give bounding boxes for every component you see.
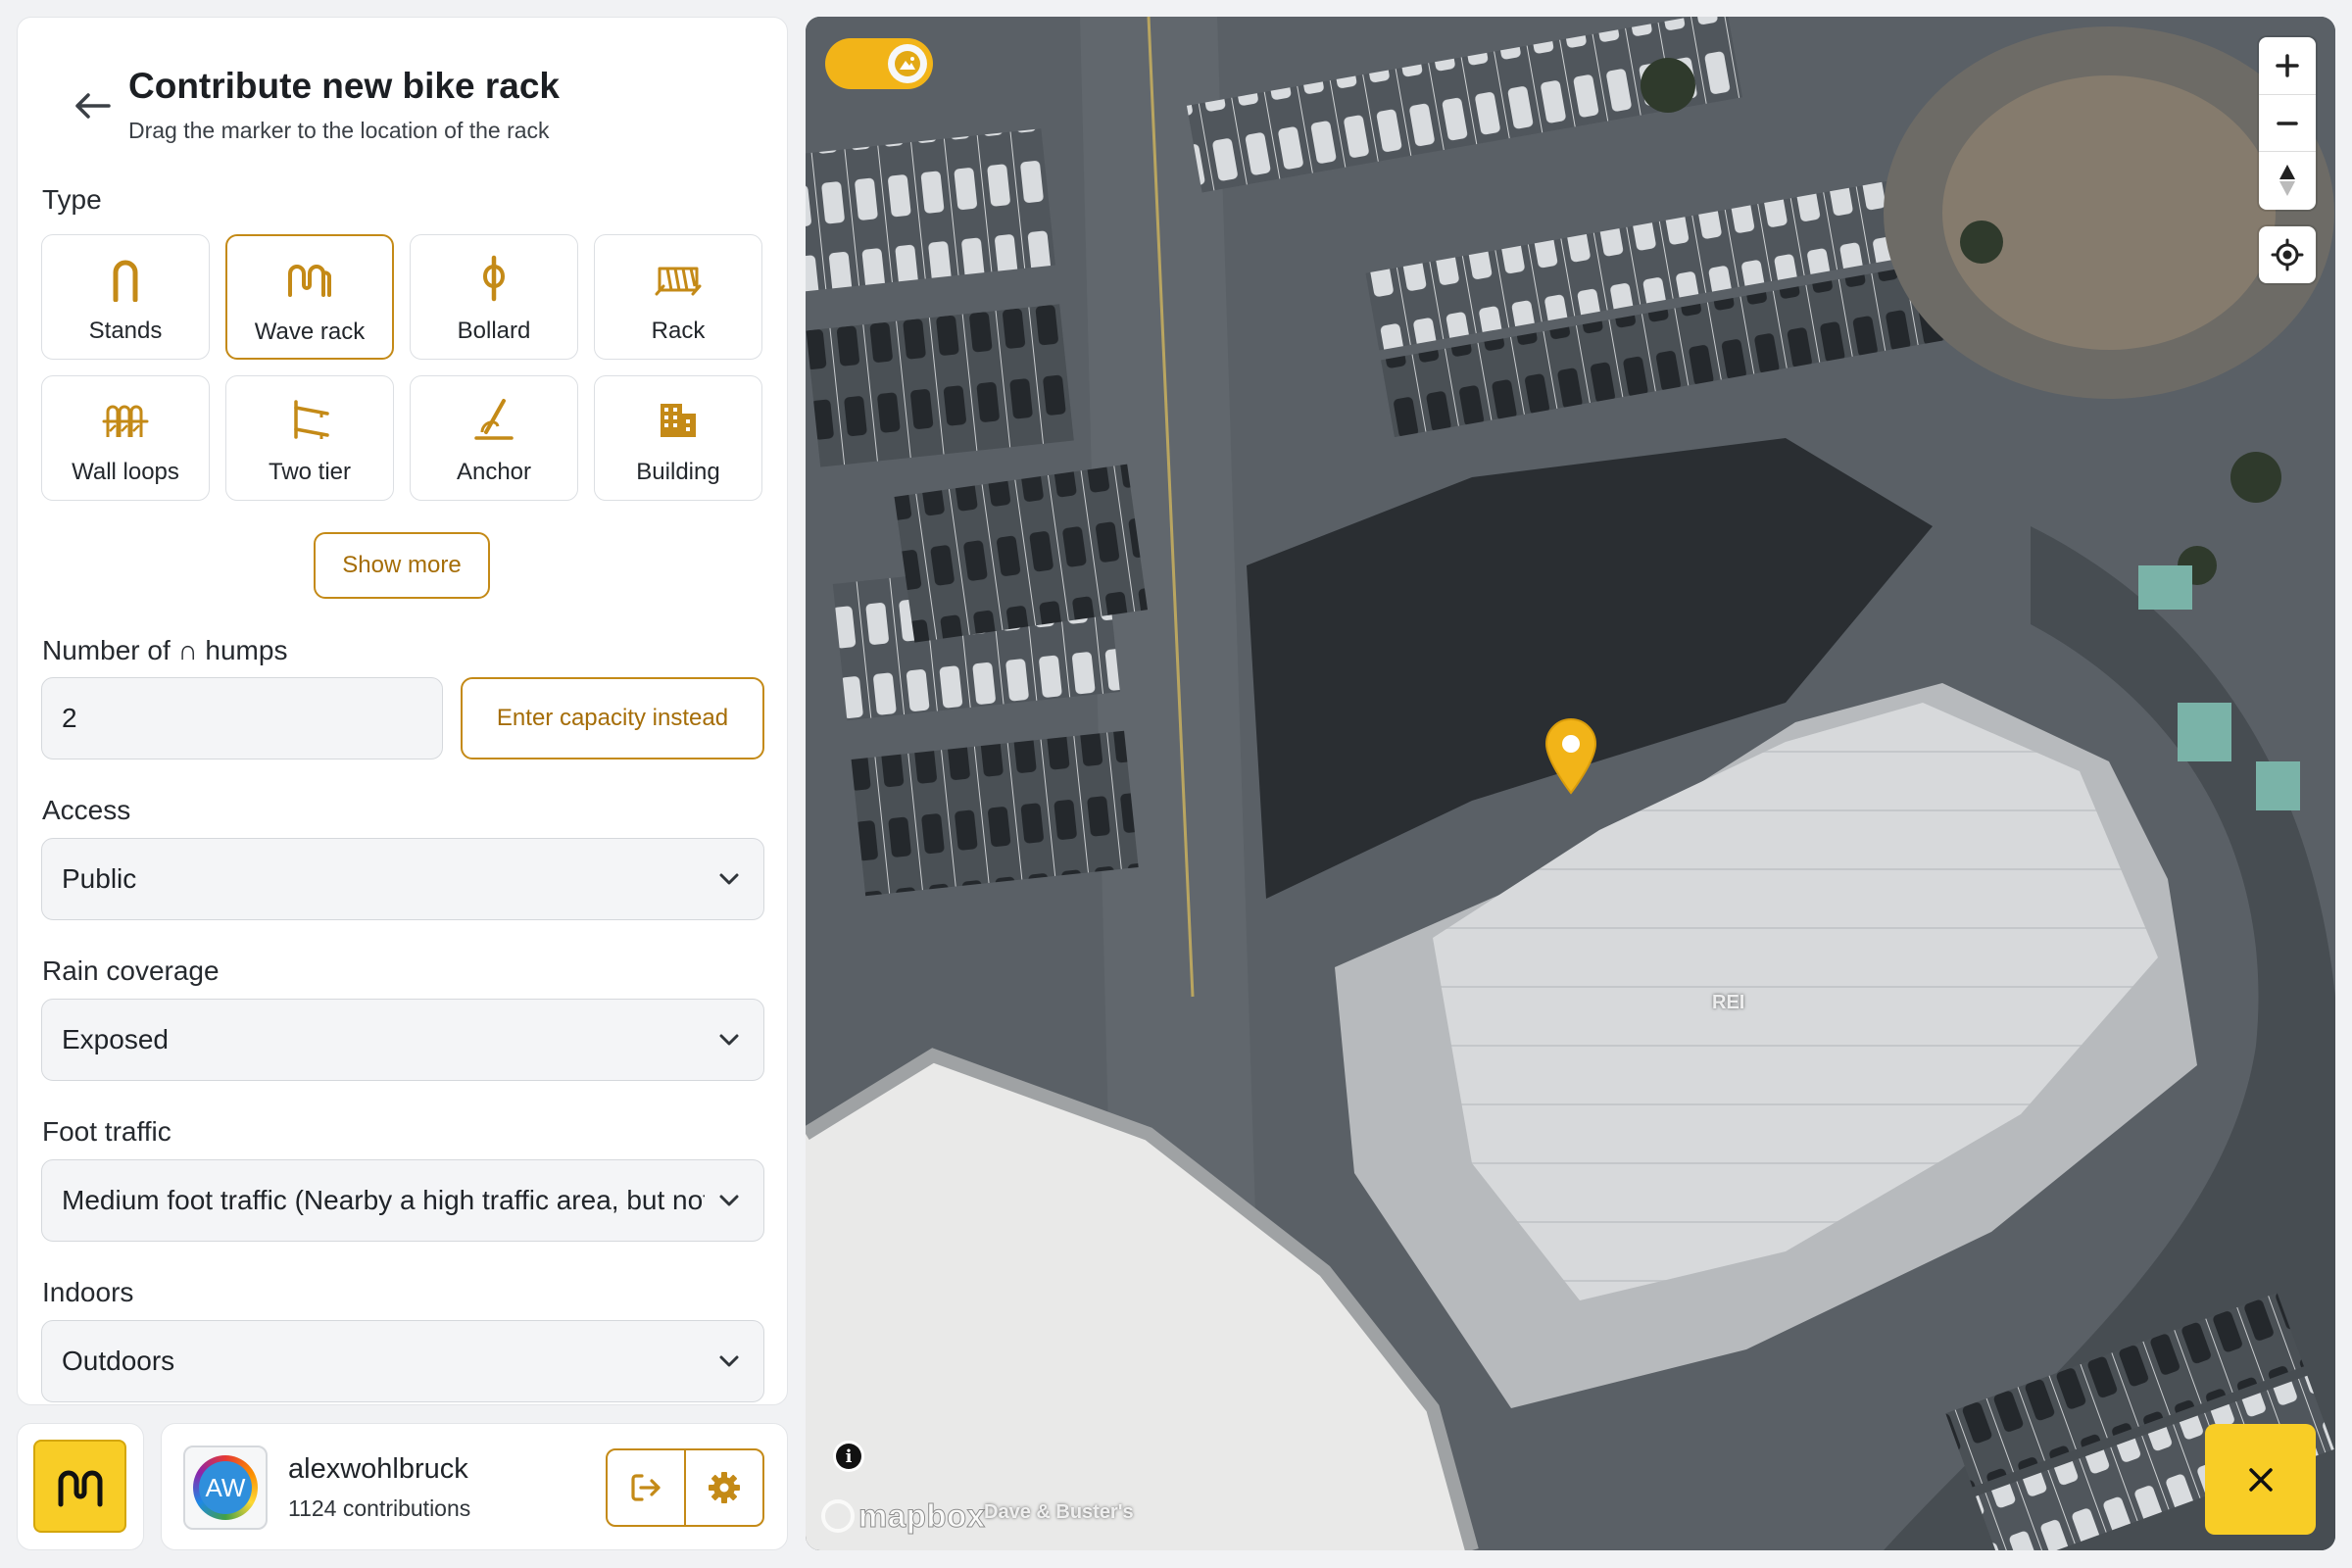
close-button[interactable] — [2205, 1424, 2316, 1535]
access-label: Access — [42, 795, 131, 825]
rack-location-marker[interactable] — [1543, 716, 1599, 795]
user-action-group — [606, 1448, 764, 1527]
mapbox-logo-mark — [821, 1499, 855, 1533]
type-option-bollard[interactable]: Bollard — [410, 234, 578, 360]
type-option-label: Wave rack — [254, 318, 366, 345]
page-title: Contribute new bike rack — [128, 66, 560, 106]
type-option-wall-loops[interactable]: Wall loops — [41, 375, 210, 501]
zoom-in-button[interactable] — [2259, 37, 2316, 94]
building-icon — [651, 392, 706, 447]
attribution-info-button[interactable]: i — [833, 1441, 864, 1472]
chevron-down-icon — [719, 1034, 739, 1046]
zoom-out-button[interactable] — [2259, 94, 2316, 151]
map-pin-icon — [1544, 718, 1597, 795]
app-logo-button[interactable] — [33, 1440, 126, 1533]
access-select[interactable]: Public — [41, 838, 764, 920]
enter-capacity-button[interactable]: Enter capacity instead — [461, 677, 764, 760]
satellite-map[interactable]: REI Dave & Buster's i mapbox — [806, 17, 2335, 1550]
access-value: Public — [62, 863, 137, 894]
humps-number-input[interactable]: 2 — [41, 677, 443, 760]
type-option-label: Anchor — [456, 459, 532, 485]
indoors-label: Indoors — [42, 1277, 134, 1307]
avatar[interactable]: AW — [183, 1446, 268, 1530]
type-label: Type — [42, 184, 102, 215]
type-option-anchor[interactable]: Anchor — [410, 375, 578, 501]
poi-label-dave-busters: Dave & Buster's — [984, 1501, 1134, 1523]
type-option-label: Wall loops — [72, 459, 179, 485]
plus-icon — [2276, 54, 2299, 77]
poi-label-rei: REI — [1712, 992, 1745, 1013]
foot-traffic-label: Foot traffic — [42, 1116, 172, 1147]
app-logo-card — [17, 1423, 144, 1550]
stands-icon — [98, 251, 153, 306]
indoors-value: Outdoors — [62, 1346, 175, 1376]
type-option-label: Stands — [88, 318, 163, 344]
avatar-ring: AW — [193, 1455, 258, 1520]
username: alexwohlbruck — [288, 1453, 468, 1485]
contribute-panel: Contribute new bike rack Drag the marker… — [17, 17, 788, 1405]
type-option-label: Rack — [651, 318, 706, 344]
arrow-left-icon — [75, 93, 111, 119]
panel-header: Contribute new bike rack Drag the marker… — [18, 18, 787, 165]
mapbox-logo[interactable]: mapbox — [821, 1496, 986, 1536]
rain-coverage-select[interactable]: Exposed — [41, 999, 764, 1081]
info-icon: i — [836, 1444, 861, 1469]
foot-traffic-value: Medium foot traffic (Nearby a high traff… — [62, 1185, 705, 1215]
type-grid: Stands Wave rack Bollard Rack Wall loops — [41, 234, 763, 501]
wave-rack-logo-icon — [58, 1470, 102, 1506]
type-option-label: Building — [636, 459, 720, 485]
type-option-building[interactable]: Building — [594, 375, 762, 501]
avatar-initials: AW — [199, 1461, 252, 1514]
zoom-controls — [2259, 37, 2316, 210]
user-card: AW alexwohlbruck 1124 contributions — [161, 1423, 788, 1550]
type-option-rack[interactable]: Rack — [594, 234, 762, 360]
two-tier-icon — [282, 392, 337, 447]
wall-loops-icon — [98, 392, 153, 447]
rack-icon — [651, 251, 706, 306]
map-style-toggle[interactable] — [825, 38, 933, 89]
logout-button[interactable] — [608, 1450, 684, 1525]
indoors-select[interactable]: Outdoors — [41, 1320, 764, 1402]
settings-button[interactable] — [684, 1450, 762, 1525]
chevron-down-icon — [719, 1195, 739, 1206]
type-option-wave-rack[interactable]: Wave rack — [225, 234, 394, 360]
chevron-down-icon — [719, 873, 739, 885]
locate-button[interactable] — [2259, 226, 2316, 283]
type-option-label: Two tier — [268, 459, 352, 485]
rain-value: Exposed — [62, 1024, 169, 1054]
type-option-two-tier[interactable]: Two tier — [225, 375, 394, 501]
wave-rack-icon — [282, 252, 337, 307]
close-icon — [2248, 1467, 2273, 1492]
gear-icon — [709, 1472, 740, 1503]
anchor-icon — [466, 392, 521, 447]
show-more-button[interactable]: Show more — [314, 532, 490, 599]
compass-button[interactable] — [2259, 151, 2316, 208]
compass-icon — [2279, 164, 2295, 196]
locate-icon — [2271, 238, 2304, 271]
mapbox-logo-text: mapbox — [858, 1497, 986, 1535]
type-option-stands[interactable]: Stands — [41, 234, 210, 360]
foot-traffic-select[interactable]: Medium foot traffic (Nearby a high traff… — [41, 1159, 764, 1242]
rain-label: Rain coverage — [42, 956, 220, 986]
back-button[interactable] — [67, 84, 118, 127]
bollard-icon — [466, 251, 521, 306]
minus-icon — [2277, 121, 2298, 125]
logout-icon — [631, 1474, 661, 1501]
chevron-down-icon — [719, 1355, 739, 1367]
humps-label: Number of ∩ humps — [42, 635, 288, 665]
type-option-label: Bollard — [457, 318, 531, 344]
page-subtitle: Drag the marker to the location of the r… — [128, 118, 550, 143]
satellite-image-icon — [888, 44, 927, 83]
contribution-count: 1124 contributions — [288, 1495, 471, 1521]
